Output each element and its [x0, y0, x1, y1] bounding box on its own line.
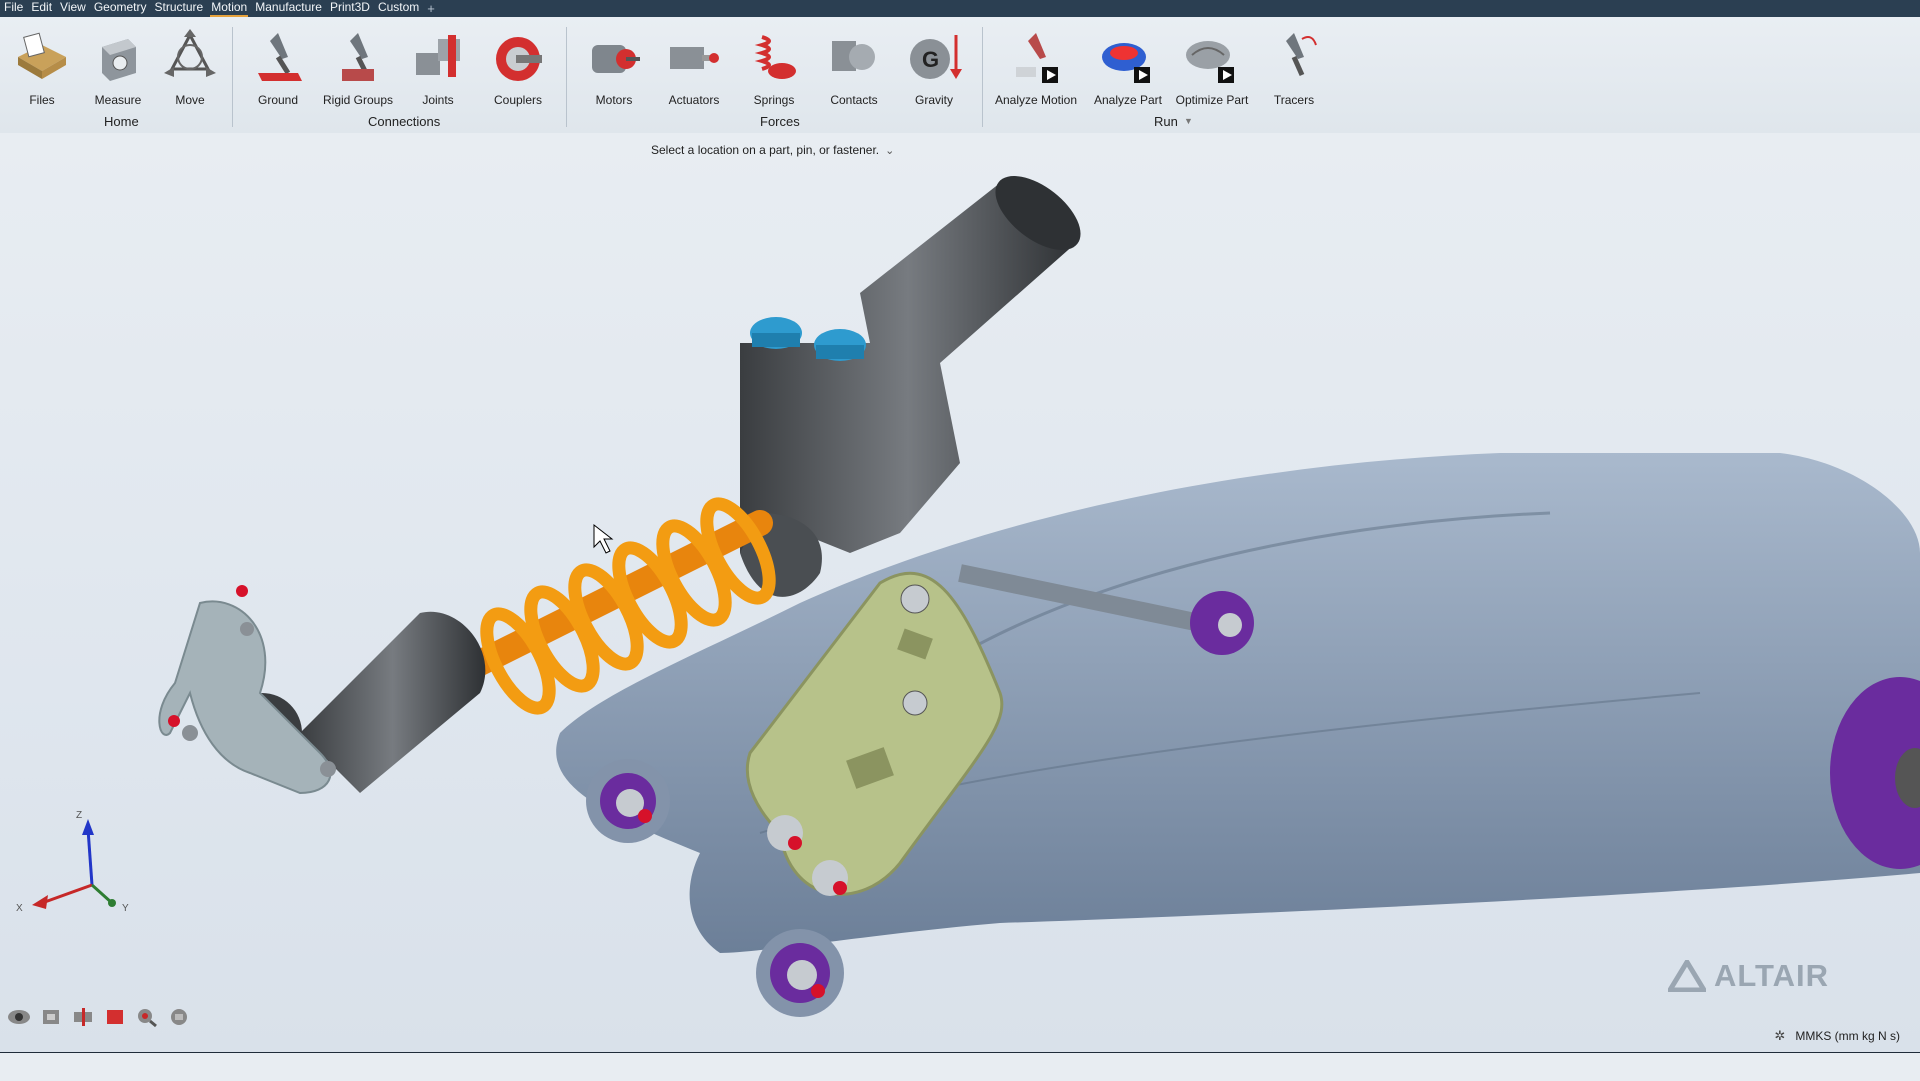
- units-selector[interactable]: ✲ MMKS (mm kg N s): [1774, 1028, 1900, 1044]
- tool-springs[interactable]: Springs: [732, 17, 816, 107]
- adjuster-bolt[interactable]: [814, 329, 866, 361]
- menu-manufacture[interactable]: Manufacture: [251, 0, 326, 17]
- ground-icon: [258, 33, 302, 81]
- actuators-icon: [670, 47, 719, 69]
- chevron-down-icon[interactable]: ⌄: [885, 144, 894, 157]
- analyze-motion-icon: [1016, 33, 1058, 83]
- files-icon: [18, 32, 66, 79]
- tool-couplers[interactable]: Couplers: [476, 17, 560, 107]
- menu-geometry[interactable]: Geometry: [90, 0, 151, 17]
- pivot-bushing[interactable]: [586, 759, 670, 843]
- group-label-connections: Connections: [368, 114, 441, 129]
- tool-contacts[interactable]: Contacts: [812, 17, 896, 107]
- eye-icon[interactable]: [6, 1006, 32, 1028]
- tool-tracers[interactable]: Tracers: [1252, 17, 1336, 107]
- prompt-text: Select a location on a part, pin, or fas…: [651, 143, 880, 157]
- group-label-forces: Forces: [760, 114, 800, 129]
- tool-couplers-label: Couplers: [493, 93, 543, 107]
- tool-actuators[interactable]: Actuators: [652, 17, 736, 107]
- menu-bar: File Edit View Geometry Structure Motion…: [0, 0, 1920, 17]
- tool-gravity[interactable]: G Gravity: [892, 17, 976, 107]
- section-cut-icon[interactable]: [70, 1006, 96, 1028]
- tool-optimize-part[interactable]: Optimize Part: [1170, 17, 1254, 107]
- menu-custom[interactable]: Custom: [374, 0, 423, 17]
- tool-tracers-label: Tracers: [1273, 93, 1315, 107]
- tool-analyze-motion[interactable]: Analyze Motion: [994, 17, 1078, 107]
- status-prompt: Select a location on a part, pin, or fas…: [651, 143, 894, 157]
- contacts-icon: [832, 41, 875, 71]
- adjuster-bolt[interactable]: [750, 317, 802, 349]
- tool-rigid-groups-label: Rigid Groups: [322, 93, 394, 107]
- svg-text:G: G: [922, 47, 939, 72]
- group-label-run: Run: [1154, 114, 1178, 129]
- view-settings-icon[interactable]: [166, 1006, 192, 1028]
- group-label-home: Home: [104, 114, 139, 129]
- menu-edit[interactable]: Edit: [27, 0, 56, 17]
- axis-label-z: Z: [76, 810, 83, 821]
- menu-view[interactable]: View: [56, 0, 90, 17]
- tool-analyze-part[interactable]: Analyze Part: [1086, 17, 1170, 107]
- rigid-groups-icon: [342, 33, 374, 81]
- axis-label-x: X: [16, 903, 23, 914]
- tool-ground-label: Ground: [257, 93, 299, 107]
- tool-motors-label: Motors: [595, 93, 633, 107]
- tool-rigid-groups[interactable]: Rigid Groups: [316, 17, 400, 107]
- units-gear-icon[interactable]: ✲: [1774, 1028, 1785, 1044]
- tracers-icon: [1286, 33, 1317, 77]
- model-view: [32, 176, 1920, 1017]
- tool-files[interactable]: Files: [0, 17, 84, 107]
- tool-joints-label: Joints: [422, 93, 454, 107]
- tool-gravity-label: Gravity: [914, 93, 953, 107]
- tool-move[interactable]: Move: [148, 17, 232, 107]
- tool-contacts-label: Contacts: [830, 93, 878, 107]
- cube-view-icon[interactable]: [38, 1006, 64, 1028]
- gravity-icon: G: [910, 35, 962, 79]
- menu-file[interactable]: File: [0, 0, 27, 17]
- altair-logo-icon: [1668, 960, 1706, 992]
- brand-text: ALTAIR: [1714, 958, 1830, 993]
- tool-optimize-part-label: Optimize Part: [1175, 93, 1249, 107]
- run-dropdown-icon[interactable]: ▼: [1184, 116, 1193, 126]
- tool-measure-label: Measure: [94, 93, 142, 107]
- tool-move-label: Move: [175, 93, 205, 107]
- group-separator: [982, 27, 983, 127]
- menu-structure[interactable]: Structure: [151, 0, 208, 17]
- tool-files-label: Files: [29, 93, 55, 107]
- group-separator: [232, 27, 233, 127]
- tool-analyze-part-label: Analyze Part: [1093, 93, 1163, 107]
- measure-icon: [102, 39, 136, 81]
- axis-triad: [32, 819, 116, 909]
- units-label: MMKS (mm kg N s): [1795, 1029, 1900, 1043]
- tool-joints[interactable]: Joints: [396, 17, 480, 107]
- zoom-icon[interactable]: [134, 1006, 160, 1028]
- joints-icon: [416, 35, 460, 77]
- ribbon: Files Measure Move Home Ground Rigid Gro…: [0, 17, 1920, 133]
- tool-ground[interactable]: Ground: [236, 17, 320, 107]
- motors-icon: [592, 45, 640, 73]
- axis-label-y: Y: [122, 903, 129, 914]
- tool-motors[interactable]: Motors: [572, 17, 656, 107]
- tool-springs-label: Springs: [753, 93, 795, 107]
- tool-analyze-motion-label: Analyze Motion: [994, 93, 1078, 107]
- view-toolbar: [6, 1006, 192, 1028]
- 3d-viewport[interactable]: Z X Y: [0, 133, 1920, 1053]
- tool-actuators-label: Actuators: [668, 93, 720, 107]
- move-icon: [164, 29, 216, 77]
- optimize-part-icon: [1186, 41, 1234, 83]
- pivot-bushing[interactable]: [756, 929, 844, 1017]
- analyze-part-icon: [1102, 43, 1150, 83]
- render-mode-icon[interactable]: [102, 1006, 128, 1028]
- mouse-cursor-icon: [593, 523, 614, 554]
- brand-watermark: ALTAIR: [1668, 958, 1829, 994]
- couplers-icon: [496, 37, 542, 81]
- menu-print3d[interactable]: Print3D: [326, 0, 374, 17]
- menu-motion[interactable]: Motion: [207, 0, 251, 17]
- add-tab-button[interactable]: +: [423, 1, 439, 16]
- status-bar: ✲ MMKS (mm kg N s): [0, 1028, 1920, 1081]
- lower-clevis[interactable]: [158, 585, 336, 795]
- springs-icon: [754, 35, 796, 79]
- group-separator: [566, 27, 567, 127]
